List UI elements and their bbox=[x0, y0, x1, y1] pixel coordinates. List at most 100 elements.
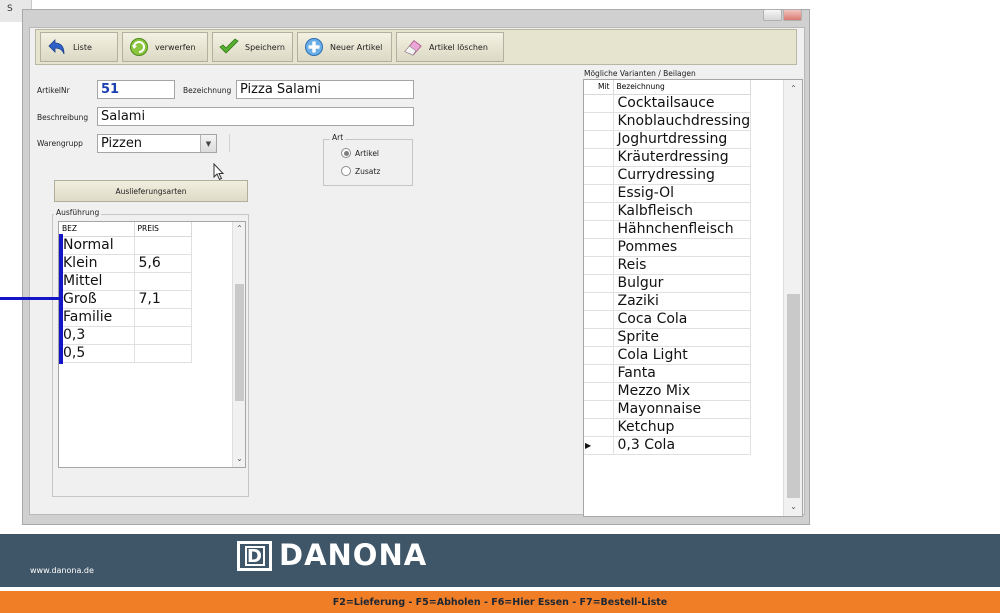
cell-bez[interactable]: 0,5 bbox=[59, 344, 135, 363]
list-item[interactable]: Reis bbox=[584, 256, 752, 275]
mit-checkbox-cell[interactable] bbox=[595, 184, 614, 203]
mit-checkbox-cell[interactable] bbox=[595, 94, 614, 113]
cell-preis[interactable] bbox=[134, 272, 192, 291]
mit-checkbox-cell[interactable] bbox=[595, 292, 614, 311]
scrollbar-thumb[interactable] bbox=[235, 284, 244, 401]
list-item[interactable]: Pommes bbox=[584, 238, 752, 257]
beschreibung-field[interactable]: Salami bbox=[97, 107, 414, 126]
variant-name[interactable]: Essig-Öl bbox=[613, 184, 752, 203]
list-item[interactable]: Knoblauchdressing bbox=[584, 112, 752, 131]
chevron-down-icon[interactable]: ⌄ bbox=[784, 502, 802, 511]
table-row[interactable]: Normal bbox=[59, 236, 192, 255]
table-row[interactable]: Klein 5,6 bbox=[59, 254, 192, 273]
list-item[interactable]: Currydressing bbox=[584, 166, 752, 185]
dropdown-arrow-button[interactable]: ▼ bbox=[200, 135, 216, 152]
table-row[interactable]: Mittel bbox=[59, 272, 192, 291]
variant-name[interactable]: Kalbfleisch bbox=[613, 202, 752, 221]
variant-name[interactable]: Fanta bbox=[613, 364, 752, 383]
list-item[interactable]: Fanta bbox=[584, 364, 752, 383]
variant-name[interactable]: 0,3 Cola bbox=[613, 436, 752, 455]
list-item[interactable]: Bulgur bbox=[584, 274, 752, 293]
liste-button[interactable]: Liste bbox=[40, 32, 118, 62]
mit-checkbox-cell[interactable] bbox=[595, 130, 614, 149]
column-header-mit[interactable]: Mit bbox=[595, 80, 614, 95]
mit-checkbox-cell[interactable] bbox=[595, 238, 614, 257]
cell-bez[interactable]: Normal bbox=[59, 236, 135, 255]
list-item[interactable]: Cocktailsauce bbox=[584, 94, 752, 113]
radio-artikel[interactable]: Artikel bbox=[341, 148, 379, 158]
cell-bez[interactable]: Groß bbox=[59, 290, 135, 309]
table-row[interactable]: Groß 7,1 bbox=[59, 290, 192, 309]
verwerfen-button[interactable]: verwerfen bbox=[122, 32, 208, 62]
table-row[interactable]: 0,3 bbox=[59, 326, 192, 345]
list-item[interactable]: Ketchup bbox=[584, 418, 752, 437]
cell-bez[interactable]: Klein bbox=[59, 254, 135, 273]
variant-name[interactable]: Knoblauchdressing bbox=[613, 112, 752, 131]
mit-checkbox-cell[interactable] bbox=[595, 346, 614, 365]
mit-checkbox-cell[interactable] bbox=[595, 328, 614, 347]
variant-name[interactable]: Bulgur bbox=[613, 274, 752, 293]
list-item[interactable]: Essig-Öl bbox=[584, 184, 752, 203]
chevron-up-icon[interactable]: ⌃ bbox=[784, 84, 802, 93]
mit-checkbox-cell[interactable] bbox=[595, 400, 614, 419]
list-item[interactable]: Joghurtdressing bbox=[584, 130, 752, 149]
auslieferungsarten-button[interactable]: Auslieferungsarten bbox=[54, 180, 248, 202]
mit-checkbox-cell[interactable] bbox=[595, 148, 614, 167]
list-item[interactable]: Mezzo Mix bbox=[584, 382, 752, 401]
column-header-bezeichnung[interactable]: Bezeichnung bbox=[613, 80, 752, 95]
variant-name[interactable]: Ketchup bbox=[613, 418, 752, 437]
cell-preis[interactable] bbox=[134, 344, 192, 363]
cell-preis[interactable] bbox=[134, 308, 192, 327]
variant-name[interactable]: Mayonnaise bbox=[613, 400, 752, 419]
mit-checkbox-cell[interactable] bbox=[595, 220, 614, 239]
variant-name[interactable]: Reis bbox=[613, 256, 752, 275]
artikel-loeschen-button[interactable]: Artikel löschen bbox=[396, 32, 504, 62]
speichern-button[interactable]: Speichern bbox=[212, 32, 293, 62]
variant-name[interactable]: Cola Light bbox=[613, 346, 752, 365]
mit-checkbox-cell[interactable] bbox=[595, 202, 614, 221]
mit-checkbox-cell[interactable] bbox=[595, 274, 614, 293]
list-item[interactable]: Zaziki bbox=[584, 292, 752, 311]
list-item[interactable]: Cola Light bbox=[584, 346, 752, 365]
variant-name[interactable]: Zaziki bbox=[613, 292, 752, 311]
warengrupp-dropdown[interactable]: Pizzen bbox=[97, 134, 217, 153]
variant-name[interactable]: Kräuterdressing bbox=[613, 148, 752, 167]
chevron-down-icon[interactable]: ⌄ bbox=[233, 454, 245, 463]
cell-preis[interactable] bbox=[134, 236, 192, 255]
list-item[interactable]: Mayonnaise bbox=[584, 400, 752, 419]
mit-checkbox-cell[interactable] bbox=[595, 112, 614, 131]
ausfuehrung-scrollbar[interactable]: ⌃ ⌄ bbox=[232, 222, 245, 467]
mit-checkbox-cell[interactable] bbox=[595, 364, 614, 383]
variant-name[interactable]: Coca Cola bbox=[613, 310, 752, 329]
bezeichnung-field[interactable]: Pizza Salami bbox=[236, 80, 414, 99]
list-item[interactable]: Coca Cola bbox=[584, 310, 752, 329]
close-button[interactable] bbox=[783, 9, 802, 21]
list-item[interactable]: Sprite bbox=[584, 328, 752, 347]
varianten-scrollbar[interactable]: ⌃ ⌄ bbox=[783, 80, 802, 516]
neuer-artikel-button[interactable]: Neuer Artikel bbox=[297, 32, 392, 62]
cell-bez[interactable]: Familie bbox=[59, 308, 135, 327]
table-row[interactable]: 0,5 bbox=[59, 344, 192, 363]
mit-checkbox-cell[interactable] bbox=[595, 382, 614, 401]
list-item[interactable]: Kalbfleisch bbox=[584, 202, 752, 221]
column-header-preis[interactable]: PREIS bbox=[134, 222, 192, 237]
list-item[interactable]: Kräuterdressing bbox=[584, 148, 752, 167]
column-header-bez[interactable]: BEZ bbox=[59, 222, 135, 237]
cell-preis[interactable]: 5,6 bbox=[134, 254, 192, 273]
variant-name[interactable]: Pommes bbox=[613, 238, 752, 257]
variant-name[interactable]: Hähnchenfleisch bbox=[613, 220, 752, 239]
variant-name[interactable]: Currydressing bbox=[613, 166, 752, 185]
mit-checkbox-cell[interactable] bbox=[595, 418, 614, 437]
variant-name[interactable]: Sprite bbox=[613, 328, 752, 347]
mit-checkbox-cell[interactable] bbox=[595, 166, 614, 185]
mit-checkbox-cell[interactable] bbox=[595, 310, 614, 329]
radio-zusatz[interactable]: Zusatz bbox=[341, 166, 380, 176]
minimize-button[interactable] bbox=[763, 9, 782, 21]
artikelnr-field[interactable]: 51 bbox=[97, 80, 175, 99]
mit-checkbox-cell[interactable] bbox=[595, 256, 614, 275]
mit-checkbox-cell[interactable] bbox=[595, 436, 614, 455]
cell-preis[interactable]: 7,1 bbox=[134, 290, 192, 309]
cell-preis[interactable] bbox=[134, 326, 192, 345]
variant-name[interactable]: Cocktailsauce bbox=[613, 94, 752, 113]
list-item[interactable]: ▶ 0,3 Cola bbox=[584, 436, 752, 455]
